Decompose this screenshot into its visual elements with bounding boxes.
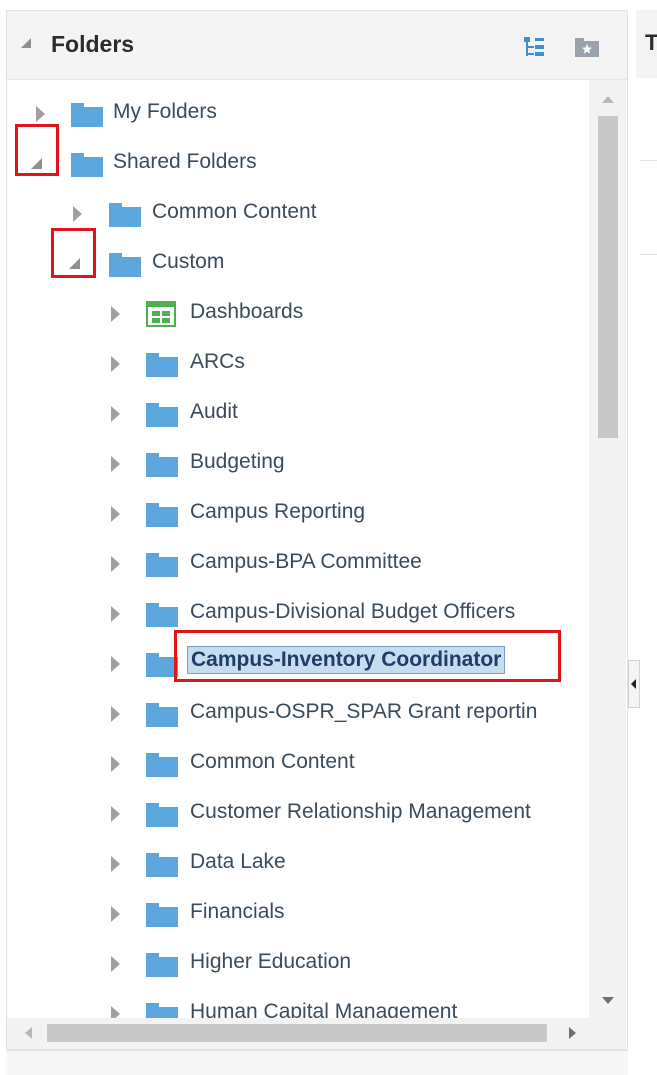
tree-item-campus-bpa-committee[interactable]: Campus-BPA Committee [7,540,589,590]
new-folder-icon[interactable] [574,35,600,59]
collapse-arrow-icon[interactable] [31,158,42,169]
expand-arrow-icon[interactable] [111,606,120,622]
tree-item-label: My Folders [113,100,217,123]
tree-item-data-lake[interactable]: Data Lake [7,840,589,890]
folder-icon [109,253,141,277]
tree-item-campus-divisional-budget-officers[interactable]: Campus-Divisional Budget Officers [7,590,589,640]
tree-item-label: Human Capital Management [190,1000,458,1018]
scroll-left-icon[interactable] [25,1027,32,1039]
tree-item-dashboards[interactable]: Dashboards [7,290,589,340]
folder-icon [146,953,178,977]
tree-item-arcs[interactable]: ARCs [7,340,589,390]
horizontal-scrollbar[interactable] [7,1018,589,1049]
collapse-arrow-icon[interactable] [69,258,80,269]
expand-arrow-icon[interactable] [111,756,120,772]
folder-icon [146,553,178,577]
collapse-panel-icon[interactable] [21,38,31,48]
tree-item-financials[interactable]: Financials [7,890,589,940]
expand-arrow-icon[interactable] [111,306,120,322]
tree-item-label: Campus-BPA Committee [190,550,422,573]
tree-item-common-content[interactable]: Common Content [7,190,589,240]
expand-arrow-icon[interactable] [111,506,120,522]
expand-arrow-icon[interactable] [111,656,120,672]
tree-item-label: Common Content [190,750,355,773]
expand-arrow-icon[interactable] [111,956,120,972]
folder-icon [146,603,178,627]
tree-view-icon[interactable] [522,35,546,59]
folder-icon [146,503,178,527]
scroll-down-icon[interactable] [602,997,614,1004]
tree-item-label: Budgeting [190,450,285,473]
collapse-left-icon[interactable] [631,679,636,689]
folder-icon [146,653,178,677]
tree-item-label: Higher Education [190,950,352,973]
divider [640,254,657,255]
tree-item-label: Campus-OSPR_SPAR Grant reportin [190,700,538,723]
folders-header: Folders [7,11,627,80]
tree-item-my-folders[interactable]: My Folders [7,90,589,140]
bottom-bar [6,1050,628,1075]
tree-item-human-capital-management[interactable]: Human Capital Management [7,990,589,1018]
tree-item-label: Campus Reporting [190,500,366,523]
tree-item-common-content-custom[interactable]: Common Content [7,740,589,790]
tree-item-crm[interactable]: Customer Relationship Management [7,790,589,840]
tree-item-label: Campus-Divisional Budget Officers [190,600,516,623]
divider [640,160,657,161]
tree-item-label: Financials [190,900,285,923]
folder-icon [146,853,178,877]
expand-arrow-icon[interactable] [111,806,120,822]
tree-item-label: Customer Relationship Management [190,800,531,823]
tree-item-label: Custom [152,250,225,273]
folder-icon [146,753,178,777]
folder-icon [146,703,178,727]
tree-item-campus-reporting[interactable]: Campus Reporting [7,490,589,540]
folder-icon [71,153,103,177]
scroll-up-icon[interactable] [602,96,614,103]
expand-arrow-icon[interactable] [111,456,120,472]
expand-arrow-icon[interactable] [111,356,120,372]
folder-icon [146,803,178,827]
folder-icon [146,453,178,477]
panel-title: Folders [51,31,135,57]
scroll-right-icon[interactable] [569,1027,576,1039]
folder-icon [109,203,141,227]
tree-item-higher-education[interactable]: Higher Education [7,940,589,990]
tree-item-shared-folders[interactable]: Shared Folders [7,140,589,190]
expand-arrow-icon[interactable] [36,106,45,122]
scroll-thumb[interactable] [598,116,618,438]
tree-item-label: Common Content [152,200,317,223]
folder-icon [146,353,178,377]
expand-arrow-icon[interactable] [111,556,120,572]
folder-tree: My Folders Shared Folders Common Content… [7,80,589,1018]
scroll-corner [589,1018,626,1049]
pane-splitter[interactable] [628,660,640,708]
tree-item-audit[interactable]: Audit [7,390,589,440]
expand-arrow-icon[interactable] [111,406,120,422]
expand-arrow-icon[interactable] [111,856,120,872]
expand-arrow-icon[interactable] [111,906,120,922]
folder-icon [146,403,178,427]
vertical-scrollbar[interactable] [589,80,626,1018]
folder-icon [146,903,178,927]
dashboard-folder-icon [146,301,176,327]
folder-icon [71,103,103,127]
tree-item-label-selected[interactable]: Campus-Inventory Coordinator [187,646,506,674]
tree-item-campus-ospr-spar[interactable]: Campus-OSPR_SPAR Grant reportin [7,690,589,740]
expand-arrow-icon[interactable] [111,706,120,722]
tree-item-label: Dashboards [190,300,304,323]
expand-arrow-icon[interactable] [73,206,82,222]
scroll-thumb-horizontal[interactable] [47,1024,547,1042]
tree-item-label: Shared Folders [113,150,257,173]
folders-panel: Folders My Folders Shared Folders Common… [6,10,628,1050]
tree-item-label: ARCs [190,350,245,373]
tree-item-label: Audit [190,400,238,423]
tree-item-campus-inventory-coordinator[interactable]: Campus-Inventory Coordinator [7,640,589,690]
folder-icon [146,1003,178,1018]
tree-item-label: Data Lake [190,850,286,873]
tree-item-custom[interactable]: Custom [7,240,589,290]
expand-arrow-icon[interactable] [111,1006,120,1018]
tree-item-budgeting[interactable]: Budgeting [7,440,589,490]
right-pane-title: T [645,30,657,55]
